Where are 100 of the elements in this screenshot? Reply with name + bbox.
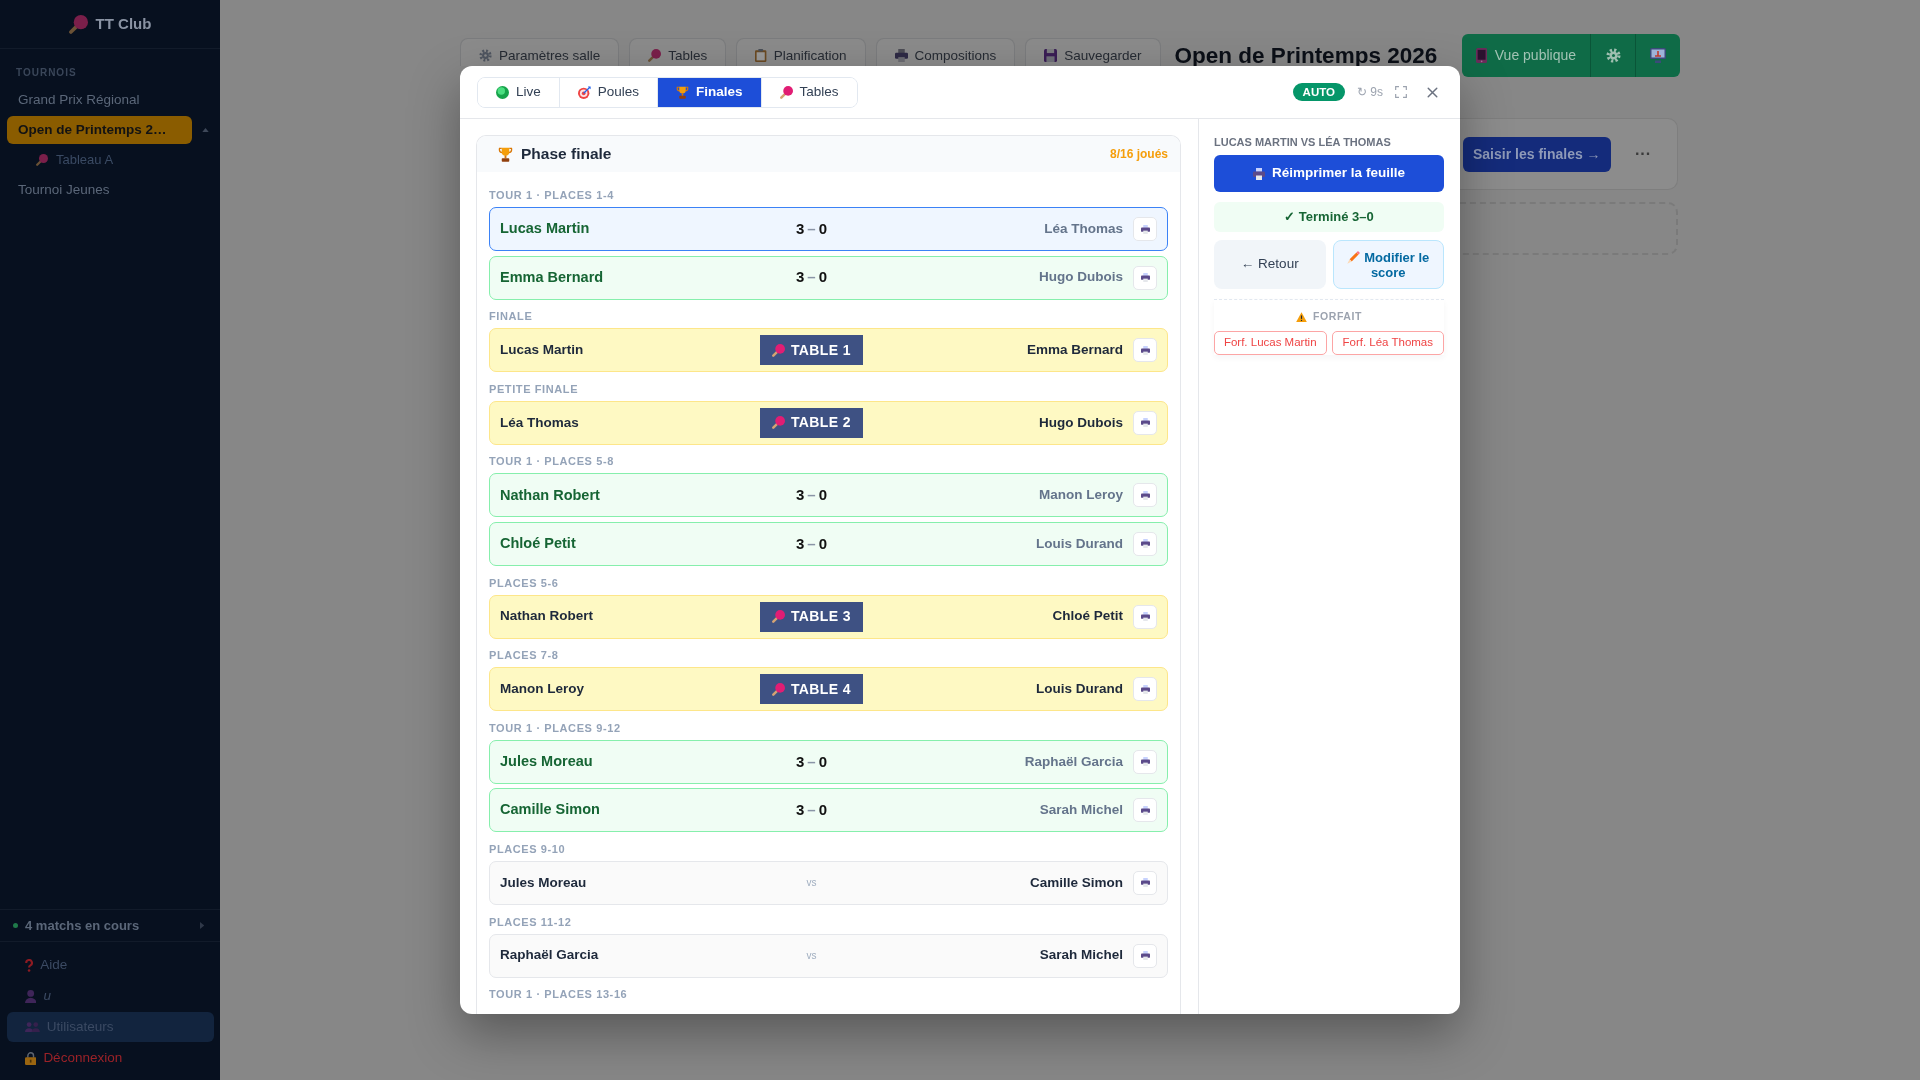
warning-icon [1295, 311, 1307, 323]
edit-score-button[interactable]: Modifier le score [1332, 240, 1444, 289]
match-status: ✓ Terminé 3–0 [1214, 202, 1444, 232]
print-button[interactable] [1133, 410, 1157, 435]
printer-icon [1140, 951, 1150, 961]
display-button[interactable] [1635, 34, 1680, 77]
toolbar-button[interactable]: Paramètres salle [460, 38, 620, 66]
player-name: Léa Thomas [500, 413, 579, 432]
tab[interactable]: Finales [658, 77, 762, 107]
table-label: TABLE 4 [790, 679, 852, 699]
match-score: 3 – 0 [796, 800, 827, 821]
tab[interactable]: Live [478, 77, 560, 107]
match-score: 3 – 0 [796, 218, 827, 239]
player-name: Raphaël Garcia [1024, 752, 1123, 771]
question-icon [25, 958, 34, 972]
paddle-icon [36, 154, 48, 166]
paddle-icon [779, 85, 793, 99]
printer-icon [1140, 757, 1150, 767]
versus-label: vs [806, 876, 817, 891]
match-row[interactable]: Nathan Robert TABLE 3 Chloé Petit [489, 594, 1168, 639]
paddle-icon [68, 14, 88, 34]
player-name: Jules Moreau [500, 751, 593, 771]
close-icon [1427, 86, 1438, 98]
player-name: Nathan Robert [500, 485, 600, 505]
auto-refresh-label: AUTO [1292, 83, 1345, 101]
print-button[interactable] [1133, 604, 1157, 629]
tablet-icon [1475, 48, 1487, 63]
paddle-icon [648, 49, 662, 62]
printer-icon [1140, 490, 1150, 500]
user-icon [25, 989, 37, 1003]
player-name: Raphaël Garcia [500, 946, 599, 965]
round-label: PETITE FINALE [489, 381, 580, 397]
pencil-icon [1347, 250, 1361, 264]
match-title: LUCAS MARTIN VS LÉA THOMAS [1214, 135, 1392, 149]
match-row[interactable]: Chloé Petit 3 – 0 Louis Durand [489, 521, 1168, 566]
card-title: Phase finale [521, 144, 612, 165]
match-row[interactable]: Léa Thomas TABLE 2 Hugo Dubois [489, 400, 1168, 445]
status-dot-icon [13, 923, 18, 928]
round-label: TOUR 1 · PLACES 5-8 [489, 454, 615, 470]
paddle-icon [771, 416, 785, 430]
progress-label: 8/16 joués [1109, 146, 1168, 163]
section-label: TOURNOIS [15, 66, 78, 80]
page-title: Open de Printemps 2026 [1174, 42, 1438, 69]
player-name: Camille Simon [1029, 873, 1123, 892]
lock-icon [25, 1051, 37, 1065]
match-row[interactable]: Camille Simon 3 – 0 Sarah Michel [489, 788, 1168, 833]
player-name: Louis Durand [1036, 680, 1123, 699]
match-row[interactable]: Emma Bernard 3 – 0 Hugo Dubois [489, 255, 1168, 300]
match-row[interactable]: Raphaël Garcia vs Sarah Michel [489, 933, 1168, 978]
player-name: Emma Bernard [500, 267, 604, 287]
toolbar-button[interactable]: Tables [629, 38, 727, 66]
printer-icon [1140, 539, 1150, 549]
back-button[interactable]: ← Retour [1214, 240, 1326, 289]
print-button[interactable] [1133, 531, 1157, 556]
match-row[interactable]: Jules Moreau 3 – 0 Raphaël Garcia [489, 739, 1168, 784]
match-score: 3 – 0 [796, 751, 827, 772]
print-button[interactable] [1133, 217, 1157, 241]
match-score: 3 – 0 [796, 533, 827, 554]
ball-icon [496, 85, 509, 99]
floppy-icon [1044, 49, 1058, 62]
print-button[interactable] [1133, 943, 1157, 968]
match-row[interactable]: Manon Leroy TABLE 4 Louis Durand [489, 667, 1168, 712]
sidebar-item[interactable]: Grand Prix Régional [7, 86, 192, 114]
match-row[interactable]: Nathan Robert 3 – 0 Manon Leroy [489, 473, 1168, 518]
public-view-button[interactable]: Vue publique [1461, 34, 1590, 77]
printer-icon [1140, 273, 1150, 283]
print-button[interactable] [1133, 749, 1157, 774]
forfeit-button[interactable]: Forf. Lucas Martin [1214, 330, 1327, 355]
more-button[interactable]: ··· [1635, 142, 1651, 166]
match-row[interactable]: Jules Moreau vs Camille Simon [489, 860, 1168, 905]
player-name: Chloé Petit [1052, 607, 1123, 626]
player-name: Sarah Michel [1039, 946, 1123, 965]
print-button[interactable] [1133, 338, 1157, 363]
toolbar-button[interactable]: Compositions [875, 38, 1016, 66]
print-button[interactable] [1133, 483, 1157, 508]
toolbar-button[interactable]: Sauvegarder [1025, 38, 1161, 66]
print-button[interactable] [1133, 677, 1157, 702]
sidebar-item[interactable]: Tournoi Jeunes [7, 176, 192, 204]
player-name: Emma Bernard [1026, 341, 1123, 360]
fullscreen-icon [1395, 86, 1407, 98]
match-row[interactable]: Lucas Martin TABLE 1 Emma Bernard [489, 328, 1168, 373]
print-button[interactable] [1133, 798, 1157, 823]
settings-button[interactable] [1590, 34, 1635, 77]
player-name: Manon Leroy [1039, 486, 1123, 505]
sidebar-item[interactable]: Open de Printemps 2… [7, 116, 192, 144]
round-label: PLACES 9-10 [489, 841, 567, 857]
table-label: TABLE 2 [790, 413, 852, 433]
print-button[interactable] [1133, 870, 1157, 895]
printer-icon [1140, 878, 1150, 888]
target-icon [577, 85, 591, 99]
forfeit-button[interactable]: Forf. Léa Thomas [1331, 330, 1444, 355]
match-row[interactable]: Lucas Martin 3 – 0 Léa Thomas [489, 207, 1168, 251]
reprint-button[interactable]: Réimprimer la feuille [1214, 155, 1444, 192]
printer-icon [1140, 224, 1150, 234]
versus-label: vs [806, 949, 817, 964]
enter-finals-button[interactable]: Saisir les finales → [1463, 136, 1611, 172]
print-button[interactable] [1133, 265, 1157, 290]
close-button[interactable] [1427, 86, 1438, 98]
toolbar-button[interactable]: Planification [736, 38, 866, 66]
live-matches-toggle[interactable]: 4 matchs en cours [0, 909, 220, 942]
